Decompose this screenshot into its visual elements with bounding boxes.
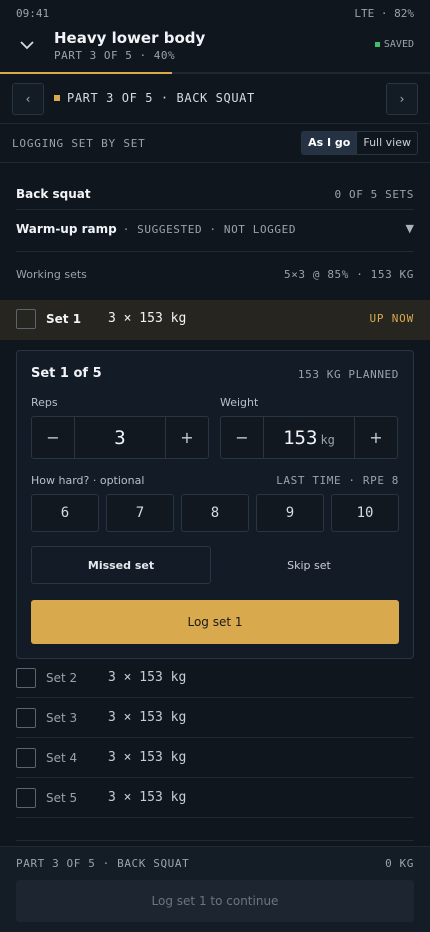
divider: [16, 209, 414, 210]
up-now-badge: UP NOW: [369, 312, 414, 325]
set-row[interactable]: Set 4 3 × 153 kg: [16, 738, 414, 778]
reps-value-text: 3: [114, 426, 126, 449]
workout-header: Heavy lower body PART 3 OF 5 · 40% SAVED: [0, 28, 430, 72]
set-value: 3 × 153 kg: [108, 790, 187, 805]
status-time: 09:41: [16, 7, 50, 20]
set-value: 3 × 153 kg: [108, 670, 187, 685]
rpe-option-8[interactable]: 8: [181, 494, 249, 532]
chevron-down-icon: [20, 40, 34, 49]
skip-set-button[interactable]: Skip set: [219, 546, 399, 584]
rpe-option-6[interactable]: 6: [31, 494, 99, 532]
part-marker-icon: [54, 95, 60, 101]
workout-title: Heavy lower body: [54, 29, 206, 47]
set-row[interactable]: Set 5 3 × 153 kg: [16, 778, 414, 818]
set-1-checkbox[interactable]: [16, 309, 36, 329]
weight-value-text: 153: [283, 426, 318, 449]
expand-warmup-icon[interactable]: ▼: [406, 222, 414, 235]
saved-status: SAVED: [374, 39, 414, 50]
view-mode-toggle: As I go Full view: [301, 131, 418, 155]
divider: [16, 251, 414, 252]
part-navigation: ‹ PART 3 OF 5 · BACK SQUAT ›: [0, 74, 430, 124]
chevron-right-icon: ›: [399, 92, 405, 106]
set-name: Set 3: [46, 711, 78, 725]
set-name: Set 5: [46, 791, 78, 805]
part-label: PART 3 OF 5 · BACK SQUAT: [54, 91, 255, 105]
warmup-row[interactable]: Warm-up ramp · SUGGESTED · NOT LOGGED: [16, 222, 296, 236]
as-i-go-option[interactable]: As I go: [302, 132, 358, 154]
reps-value[interactable]: 3: [74, 417, 166, 458]
full-view-option[interactable]: Full view: [357, 132, 417, 154]
weight-decrement-button[interactable]: −: [221, 417, 263, 458]
weight-unit: kg: [320, 432, 335, 447]
weight-increment-button[interactable]: +: [355, 417, 397, 458]
rpe-last-time: LAST TIME · RPE 8: [276, 474, 399, 487]
rpe-option-9[interactable]: 9: [256, 494, 324, 532]
log-set-button[interactable]: Log set 1: [31, 600, 399, 644]
set-row[interactable]: Set 2 3 × 153 kg: [16, 658, 414, 698]
set-value: 3 × 153 kg: [108, 750, 187, 765]
footer-bar: PART 3 OF 5 · BACK SQUAT 0 KG Log set 1 …: [0, 846, 430, 932]
reps-increment-button[interactable]: +: [166, 417, 208, 458]
status-bar: 09:41 LTE · 82%: [0, 0, 430, 28]
previous-part-button[interactable]: ‹: [12, 83, 44, 115]
working-sets-meta: 5×3 @ 85% · 153 KG: [283, 268, 414, 281]
card-title: Set 1 of 5: [31, 366, 102, 381]
set-row[interactable]: Set 3 3 × 153 kg: [16, 698, 414, 738]
logging-mode-bar: LOGGING SET BY SET As I go Full view: [0, 124, 430, 163]
planned-weight: 153 KG PLANNED: [297, 368, 399, 381]
set-3-checkbox[interactable]: [16, 708, 36, 728]
next-part-button[interactable]: ›: [386, 83, 418, 115]
logging-mode-label: LOGGING SET BY SET: [12, 137, 146, 150]
rpe-label: How hard? · optional: [31, 474, 145, 487]
footer-part-label: PART 3 OF 5 · BACK SQUAT: [16, 857, 190, 870]
exercise-set-count: 0 OF 5 SETS: [334, 188, 414, 201]
set-value: 3 × 153 kg: [108, 710, 187, 725]
warmup-name: Warm-up ramp: [16, 222, 117, 236]
part-label-text: PART 3 OF 5 · BACK SQUAT: [67, 91, 255, 105]
reps-decrement-button[interactable]: −: [32, 417, 74, 458]
collapse-button[interactable]: [14, 32, 40, 58]
working-sets-label: Working sets: [16, 268, 87, 281]
saved-dot-icon: [374, 42, 380, 47]
set-value: 3 × 153 kg: [108, 311, 187, 326]
footer-total: 0 KG: [385, 857, 414, 870]
weight-label: Weight: [220, 396, 259, 409]
weight-value[interactable]: 153 kg: [263, 417, 355, 458]
saved-label: SAVED: [383, 39, 414, 50]
set-name: Set 2: [46, 671, 78, 685]
warmup-meta: · SUGGESTED · NOT LOGGED: [122, 222, 297, 236]
set-name: Set 4: [46, 751, 78, 765]
reps-stepper: − 3 +: [31, 416, 209, 459]
reps-label: Reps: [31, 396, 58, 409]
weight-stepper: − 153 kg +: [220, 416, 398, 459]
continue-button[interactable]: Log set 1 to continue: [16, 880, 414, 922]
set-row-current[interactable]: Set 1 3 × 153 kg UP NOW: [0, 300, 430, 340]
rpe-option-7[interactable]: 7: [106, 494, 174, 532]
set-name: Set 1: [46, 312, 82, 326]
status-network: LTE · 82%: [354, 7, 414, 20]
workout-subtitle: PART 3 OF 5 · 40%: [54, 49, 176, 62]
divider: [16, 840, 414, 841]
set-2-checkbox[interactable]: [16, 668, 36, 688]
set-entry-card: Set 1 of 5 153 KG PLANNED Reps − 3 + Wei…: [16, 350, 414, 659]
rpe-options: 6 7 8 9 10: [31, 494, 399, 532]
missed-set-button[interactable]: Missed set: [31, 546, 211, 584]
set-5-checkbox[interactable]: [16, 788, 36, 808]
set-4-checkbox[interactable]: [16, 748, 36, 768]
chevron-left-icon: ‹: [25, 92, 31, 106]
exercise-name: Back squat: [16, 187, 91, 201]
rpe-option-10[interactable]: 10: [331, 494, 399, 532]
